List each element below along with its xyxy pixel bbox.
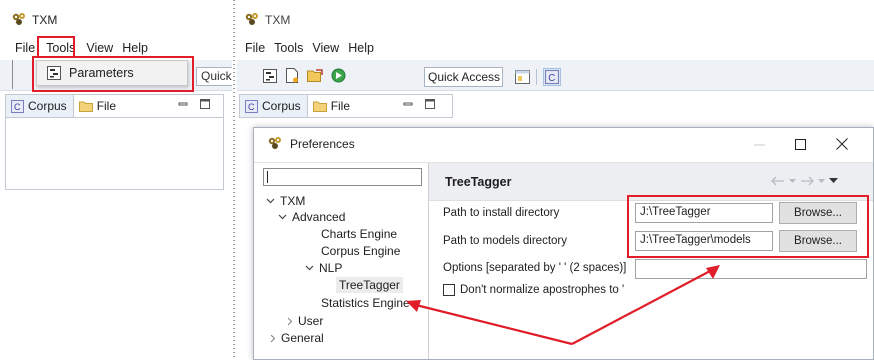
annotation-arrows: [406, 265, 720, 346]
arrowhead-treetagger: [406, 300, 421, 312]
arrow-to-paths: [571, 269, 713, 345]
arrow-to-treetagger: [415, 303, 573, 346]
